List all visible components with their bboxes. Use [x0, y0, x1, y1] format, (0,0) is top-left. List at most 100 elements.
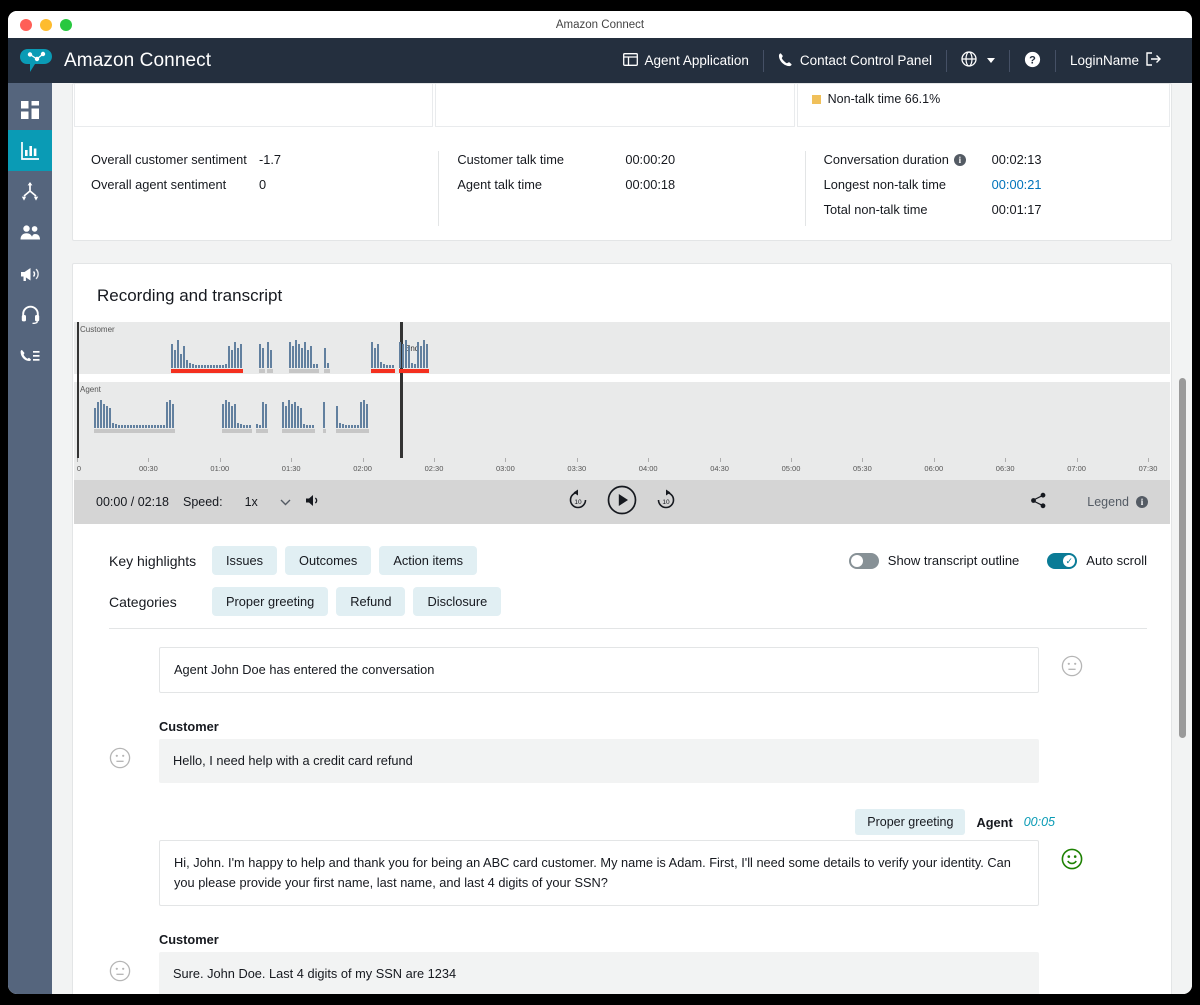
waveform-bar	[171, 344, 173, 368]
transcript-message-agent: Proper greeting Agent 00:05 Hi, John. I'…	[109, 809, 1147, 906]
waveform-bar	[201, 365, 203, 368]
waveform-bar	[265, 404, 267, 428]
phone-list-icon	[20, 348, 40, 364]
timeline-ruler[interactable]: 000:3001:0001:3002:0002:3003:0003:3004:0…	[74, 458, 1170, 480]
waveform-bar	[207, 365, 209, 368]
headset-icon	[21, 305, 40, 324]
timeline-tick	[148, 458, 149, 462]
timeline-tick-label: 04:00	[639, 464, 658, 473]
sentiment-spacer	[109, 848, 131, 870]
sidebar-item-routing[interactable]	[8, 294, 52, 335]
timeline-tick	[291, 458, 292, 462]
play-button[interactable]	[607, 485, 637, 520]
summary-stats-row: Overall customer sentiment -1.7 Overall …	[73, 135, 1171, 240]
highlight-chip-action-items[interactable]: Action items	[379, 546, 477, 575]
highlight-chip-outcomes[interactable]: Outcomes	[285, 546, 371, 575]
rewind-10-icon[interactable]: 10	[567, 489, 589, 516]
waveform-lane-divider	[74, 374, 1170, 382]
talk-segment-marker	[323, 429, 326, 433]
waveform-bar	[148, 425, 150, 428]
highlight-chip-issues[interactable]: Issues	[212, 546, 277, 575]
waveform-bar	[112, 423, 114, 428]
sidebar-item-flows[interactable]	[8, 171, 52, 212]
timeline-tick	[1148, 458, 1149, 462]
message-category-badge[interactable]: Proper greeting	[855, 809, 965, 835]
sidebar-item-users[interactable]	[8, 212, 52, 253]
sidebar-item-phone-numbers[interactable]	[8, 335, 52, 376]
share-icon[interactable]	[1030, 492, 1047, 512]
talk-segment-marker	[94, 429, 124, 433]
waveform-bar	[225, 364, 227, 368]
timeline-tick-label: 03:00	[496, 464, 515, 473]
nav-agent-application-label: Agent Application	[645, 53, 749, 68]
category-chip-proper-greeting[interactable]: Proper greeting	[212, 587, 328, 616]
talk-segment-marker	[342, 429, 369, 433]
message-speaker: Agent	[976, 815, 1012, 830]
forward-10-icon[interactable]: 10	[655, 489, 677, 516]
message-timestamp[interactable]: 00:05	[1024, 815, 1055, 829]
waveform-bar	[360, 402, 362, 428]
timeline-tick-label: 00:30	[139, 464, 158, 473]
waveform-bar	[130, 425, 132, 428]
timeline-tick-label: 07:30	[1139, 464, 1158, 473]
category-chip-disclosure[interactable]: Disclosure	[413, 587, 501, 616]
waveform-bar	[106, 406, 108, 428]
info-icon[interactable]: i	[954, 154, 966, 166]
stat-label-text: Conversation duration	[824, 151, 949, 169]
talk-segment-marker	[289, 369, 319, 373]
show-transcript-outline-toggle[interactable]: Show transcript outline	[849, 553, 1020, 569]
content-scrollbar[interactable]	[1179, 378, 1186, 738]
category-chip-refund[interactable]: Refund	[336, 587, 405, 616]
waveform-bar	[426, 344, 428, 368]
waveform-bar	[139, 425, 141, 428]
waveform-bar	[177, 340, 179, 368]
auto-scroll-toggle[interactable]: ✓ Auto scroll	[1047, 553, 1147, 569]
user-menu[interactable]: LoginName	[1056, 38, 1176, 83]
waveform-bar	[307, 350, 309, 368]
audio-waveform[interactable]: End Customer Agent	[74, 322, 1170, 458]
volume-icon[interactable]	[305, 493, 322, 511]
playback-time: 00:00 / 02:18	[96, 495, 169, 509]
waveform-bar	[267, 342, 269, 368]
sidebar-item-dashboard[interactable]	[8, 89, 52, 130]
categories-row: Categories Proper greeting Refund Disclo…	[109, 587, 1147, 616]
amazon-connect-logo-icon	[8, 46, 64, 76]
language-selector[interactable]	[947, 38, 1009, 83]
nav-agent-application[interactable]: Agent Application	[609, 38, 763, 83]
stat-row: Longest non-talk time 00:00:21	[824, 176, 1153, 194]
waveform-bar	[121, 425, 123, 428]
waveform-bar	[174, 350, 176, 368]
message-text: Sure. John Doe. Last 4 digits of my SSN …	[159, 952, 1039, 994]
logout-icon[interactable]	[1146, 52, 1162, 69]
show-transcript-outline-label: Show transcript outline	[888, 553, 1020, 568]
toggle-switch-on-icon[interactable]: ✓	[1047, 553, 1077, 569]
waveform-bar	[306, 425, 308, 428]
waveform-bar	[189, 363, 191, 368]
waveform-bar	[154, 425, 156, 428]
stat-value: 00:00:20	[625, 151, 675, 169]
non-talk-time-legend-label: Non-talk time 66.1%	[828, 92, 941, 106]
sidebar-item-analytics[interactable]	[8, 130, 52, 171]
sidebar-item-campaigns[interactable]	[8, 253, 52, 294]
summary-chart-middle	[435, 84, 794, 127]
help-button[interactable]: ?	[1010, 38, 1055, 83]
window-title: Amazon Connect	[8, 19, 1192, 31]
waveform-bar	[323, 402, 325, 428]
nav-contact-control-panel[interactable]: Contact Control Panel	[764, 38, 946, 83]
timeline-tick	[77, 458, 78, 462]
legend-button[interactable]: Legend i	[1087, 495, 1148, 509]
waveform-bar	[127, 425, 129, 428]
timeline-tick	[577, 458, 578, 462]
stat-value-link[interactable]: 00:00:21	[992, 176, 1042, 194]
agent-waveform-lane: Agent	[74, 382, 1170, 434]
toggle-switch-off-icon[interactable]	[849, 553, 879, 569]
waveform-bar	[237, 348, 239, 368]
playback-speed-selector[interactable]: Speed: 1x	[183, 495, 291, 509]
waveform-bar	[327, 363, 329, 368]
users-icon	[20, 225, 41, 240]
waveform-bar	[304, 342, 306, 368]
waveform-bar	[259, 425, 261, 428]
message-meta: Proper greeting Agent 00:05	[109, 809, 1055, 835]
info-icon[interactable]: i	[1136, 496, 1148, 508]
message-text: Hi, John. I'm happy to help and thank yo…	[159, 840, 1039, 906]
